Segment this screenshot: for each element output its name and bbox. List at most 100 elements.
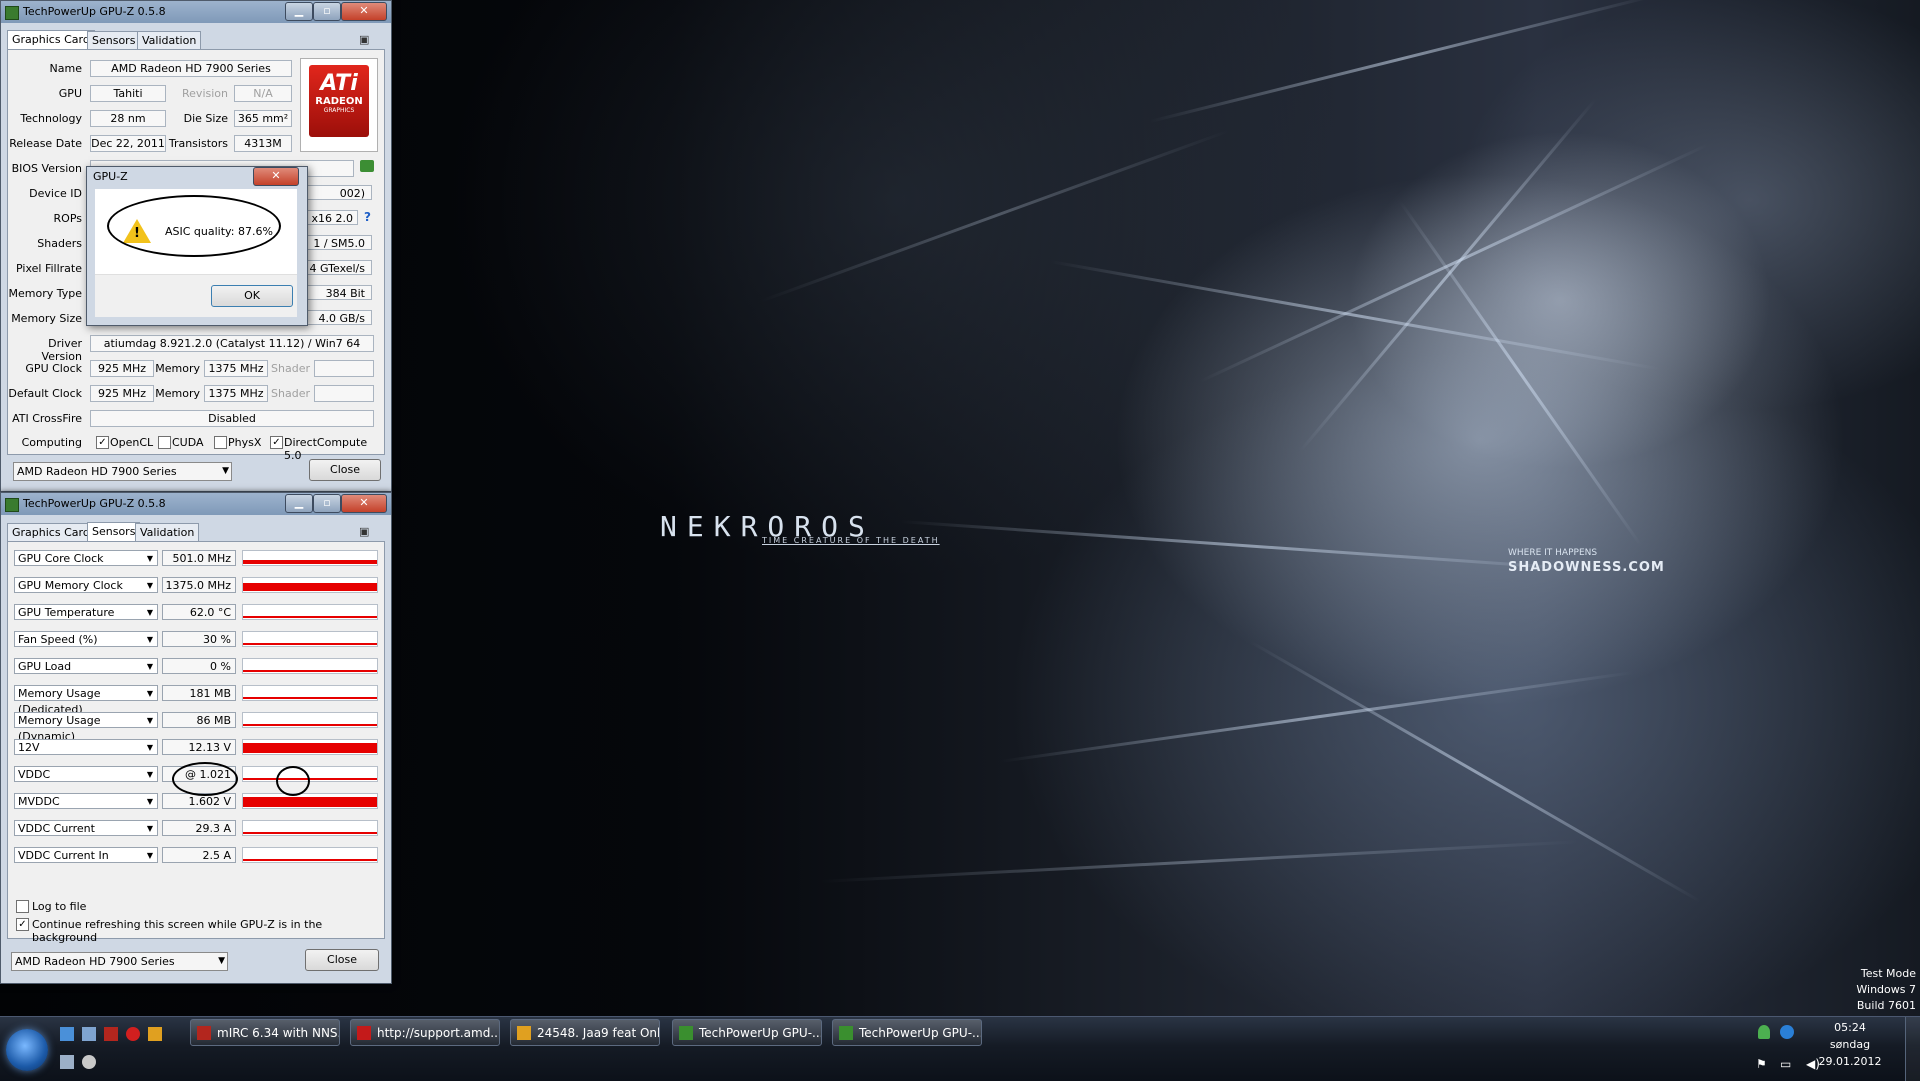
- gpu-select-dropdown[interactable]: AMD Radeon HD 7900 Series ▼: [11, 952, 228, 971]
- taskbar-button-label: TechPowerUp GPU-...: [859, 1026, 982, 1040]
- dialog-title: GPU-Z: [93, 170, 128, 183]
- close-button[interactable]: Close: [309, 459, 381, 481]
- default-memory-label: Memory: [155, 387, 200, 400]
- tab-validation[interactable]: Validation: [137, 31, 202, 49]
- taskbar-button[interactable]: http://support.amd....: [350, 1019, 500, 1046]
- sensor-graph: [242, 631, 378, 647]
- taskbar-button[interactable]: TechPowerUp GPU-...: [832, 1019, 982, 1046]
- wallpaper-streak: [759, 129, 1231, 303]
- quick-launch-icon[interactable]: [60, 1027, 74, 1041]
- die-size-field: 365 mm²: [234, 110, 292, 127]
- tab-graphics-card[interactable]: Graphics Card: [7, 30, 95, 50]
- maximize-button[interactable]: ▫: [313, 494, 341, 513]
- sensor-graph-bar: [243, 724, 377, 726]
- quick-launch-icon[interactable]: [148, 1027, 162, 1041]
- app-icon: [517, 1026, 531, 1040]
- tab-graphics-card[interactable]: Graphics Card: [7, 523, 95, 541]
- dialog-close-button[interactable]: ✕: [253, 167, 299, 186]
- chevron-down-icon: ▼: [222, 466, 229, 476]
- camera-icon[interactable]: ▣: [359, 525, 369, 538]
- continue-refresh-checkbox[interactable]: ✓: [16, 918, 29, 931]
- memory-size-label: Memory Size: [11, 312, 82, 325]
- sensor-name-select[interactable]: GPU Temperature ▼: [14, 604, 158, 620]
- default-shader-label: Shader: [271, 387, 310, 400]
- clock-time: 05:24: [1834, 1021, 1866, 1034]
- bios-version-label: BIOS Version: [11, 162, 82, 175]
- clock[interactable]: 05:24 søndag 29.01.2012: [1810, 1021, 1890, 1068]
- sensor-value: 86 MB: [162, 712, 236, 728]
- sensor-name-select[interactable]: VDDC ▼: [14, 766, 158, 782]
- tab-bar: Graphics Card Sensors Validation: [7, 522, 387, 542]
- hand-drawn-circle: [276, 766, 310, 796]
- network-user-icon[interactable]: [1758, 1025, 1770, 1039]
- title-bar[interactable]: TechPowerUp GPU-Z 0.5.8 ▁ ▫ ✕: [1, 493, 391, 515]
- sensor-name-select[interactable]: MVDDC ▼: [14, 793, 158, 809]
- quick-launch-icon[interactable]: [104, 1027, 118, 1041]
- log-to-file-checkbox[interactable]: [16, 900, 29, 913]
- physx-checkbox[interactable]: [214, 436, 227, 449]
- sensor-name-select[interactable]: VDDC Current ▼: [14, 820, 158, 836]
- tab-sensors[interactable]: Sensors: [87, 522, 141, 542]
- sensor-name-select[interactable]: GPU Memory Clock ▼: [14, 577, 158, 593]
- directcompute-checkbox[interactable]: ✓: [270, 436, 283, 449]
- quick-launch-icon[interactable]: [126, 1027, 140, 1041]
- taskbar-button[interactable]: TechPowerUp GPU-...: [672, 1019, 822, 1046]
- physx-label: PhysX: [228, 436, 262, 449]
- sensor-value: 30 %: [162, 631, 236, 647]
- continue-refresh-label: Continue refreshing this screen while GP…: [32, 918, 323, 944]
- cuda-checkbox[interactable]: [158, 436, 171, 449]
- tab-sensors[interactable]: Sensors: [87, 31, 141, 49]
- quick-launch-icon[interactable]: [60, 1055, 74, 1069]
- display-icon[interactable]: ▭: [1780, 1057, 1791, 1071]
- sensor-graph: [242, 604, 378, 620]
- wallpaper-site-label: WHERE IT HAPPENS: [1508, 548, 1598, 558]
- computing-label: Computing: [21, 436, 82, 449]
- sensor-name-select[interactable]: 12V ▼: [14, 739, 158, 755]
- sensor-graph-bar: [243, 859, 377, 861]
- close-window-button[interactable]: ✕: [341, 494, 387, 513]
- show-desktop-button[interactable]: [1905, 1017, 1920, 1081]
- sensor-graph-bar: [243, 670, 377, 672]
- taskbar-button[interactable]: 24548. Jaa9 feat Onkl...: [510, 1019, 660, 1046]
- sensor-row: MVDDC ▼ 1.602 V: [14, 793, 380, 811]
- name-label: Name: [49, 62, 82, 75]
- close-button[interactable]: Close: [305, 949, 379, 971]
- sensor-value: 29.3 A: [162, 820, 236, 836]
- sensor-name-select[interactable]: Memory Usage (Dedicated) ▼: [14, 685, 158, 716]
- ok-button[interactable]: OK: [211, 285, 293, 307]
- sensor-name-select[interactable]: Fan Speed (%) ▼: [14, 631, 158, 647]
- sensors-panel: GPU Core Clock ▼ 501.0 MHz GPU Memory Clock…: [7, 541, 385, 944]
- shader-clock-field: [314, 360, 374, 377]
- chevron-down-icon: ▼: [218, 956, 225, 966]
- wallpaper-streak: [1249, 640, 1702, 903]
- sensor-name-select[interactable]: VDDC Current In ▼: [14, 847, 158, 863]
- sensor-value: 501.0 MHz: [162, 550, 236, 566]
- opencl-checkbox[interactable]: ✓: [96, 436, 109, 449]
- die-size-label: Die Size: [183, 112, 228, 125]
- sensor-graph-bar: [243, 583, 377, 591]
- bus-help-icon[interactable]: ?: [364, 210, 371, 224]
- sensor-value: 1375.0 MHz: [162, 577, 236, 593]
- gpu-select-dropdown[interactable]: AMD Radeon HD 7900 Series ▼: [13, 462, 232, 481]
- shaders-label: Shaders: [37, 237, 82, 250]
- minimize-button[interactable]: ▁: [285, 494, 313, 513]
- sensor-name-select[interactable]: Memory Usage (Dynamic) ▼: [14, 712, 158, 743]
- title-bar[interactable]: TechPowerUp GPU-Z 0.5.8 ▁ ▫ ✕: [1, 1, 391, 23]
- maximize-button[interactable]: ▫: [313, 2, 341, 21]
- start-button[interactable]: [6, 1029, 48, 1071]
- update-icon[interactable]: [1780, 1025, 1794, 1039]
- sensor-graph-bar: [243, 697, 377, 699]
- hand-drawn-circle: [172, 762, 238, 796]
- flag-icon[interactable]: ⚑: [1756, 1057, 1767, 1071]
- minimize-button[interactable]: ▁: [285, 2, 313, 21]
- bios-save-icon[interactable]: [360, 160, 374, 172]
- sensor-name-select[interactable]: GPU Load ▼: [14, 658, 158, 674]
- tab-validation[interactable]: Validation: [135, 523, 200, 541]
- crossfire-field: Disabled: [90, 410, 374, 427]
- close-window-button[interactable]: ✕: [341, 2, 387, 21]
- taskbar-button[interactable]: mIRC 6.34 with NNS...: [190, 1019, 340, 1046]
- quick-launch-icon[interactable]: [82, 1055, 96, 1069]
- camera-icon[interactable]: ▣: [359, 33, 369, 46]
- quick-launch-icon[interactable]: [82, 1027, 96, 1041]
- sensor-name-select[interactable]: GPU Core Clock ▼: [14, 550, 158, 566]
